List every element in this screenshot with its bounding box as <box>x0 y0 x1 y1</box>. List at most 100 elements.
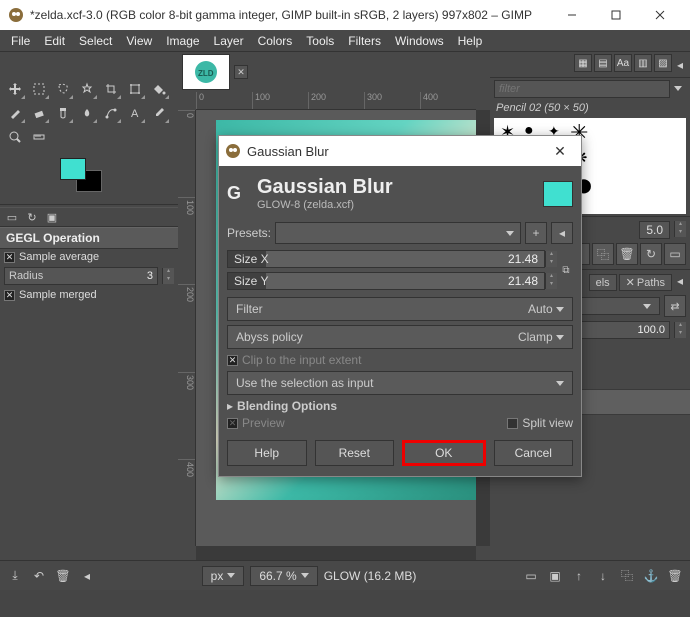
dialog-close-button[interactable]: ✕ <box>545 143 575 160</box>
menu-image[interactable]: Image <box>159 34 206 48</box>
image-thumb[interactable]: ZLD <box>182 54 230 90</box>
size-y-spinner[interactable]: ▴▾ <box>545 273 557 289</box>
minimize-button[interactable] <box>550 0 594 30</box>
chain-link-icon[interactable]: ⧉ <box>559 265 573 276</box>
menu-windows[interactable]: Windows <box>388 34 451 48</box>
ruler-vertical[interactable]: 0100200300400 <box>178 110 196 546</box>
presets-label: Presets: <box>227 226 271 240</box>
abyss-select[interactable]: Abyss policyClamp <box>227 325 573 349</box>
mode-switch-icon[interactable]: ⇄ <box>664 295 686 317</box>
clip-label: Clip to the input extent <box>242 353 361 367</box>
tool-transform[interactable] <box>124 78 146 100</box>
tab-docs-icon[interactable]: ▥ <box>634 54 652 72</box>
sample-average-check[interactable]: ✕ <box>4 252 15 263</box>
filter-select[interactable]: FilterAuto <box>227 297 573 321</box>
ruler-horizontal[interactable]: 0100200300400 <box>196 92 476 110</box>
sb-r4-icon[interactable]: ↓ <box>594 567 612 585</box>
menu-tools[interactable]: Tools <box>299 34 341 48</box>
sb-r3-icon[interactable]: ↑ <box>570 567 588 585</box>
tool-text[interactable]: A <box>124 102 146 124</box>
sb-r5-icon[interactable]: ⿻ <box>618 567 636 585</box>
tool-pencil[interactable] <box>4 102 26 124</box>
sb-save-icon[interactable]: ⤓ <box>6 567 24 585</box>
opacity-spinner[interactable]: ▴▾ <box>674 322 686 338</box>
tool-measure[interactable] <box>28 126 50 148</box>
scrollbar-horizontal[interactable] <box>196 546 476 560</box>
tab-menu-icon[interactable]: ◂ <box>674 54 686 75</box>
tab-tool-options[interactable]: ▭ <box>4 210 20 224</box>
filter-chevron-icon[interactable] <box>670 80 686 98</box>
sb-r6-icon[interactable]: ⚓ <box>642 567 660 585</box>
menu-edit[interactable]: Edit <box>37 34 72 48</box>
selection-input-select[interactable]: Use the selection as input <box>227 371 573 395</box>
reset-button[interactable]: Reset <box>315 440 395 466</box>
presets-select[interactable] <box>275 222 521 244</box>
preview-check[interactable]: ✕ <box>227 418 238 429</box>
tab-undo-icon[interactable]: ▣ <box>44 210 60 224</box>
brush-refresh-icon[interactable]: ↻ <box>640 243 662 265</box>
maximize-button[interactable] <box>594 0 638 30</box>
tool-fuzzy-select[interactable] <box>76 78 98 100</box>
tool-clone[interactable] <box>52 102 74 124</box>
close-button[interactable] <box>638 0 682 30</box>
brush-del-icon[interactable]: 🗑 <box>616 243 638 265</box>
tool-eyedropper[interactable] <box>148 102 170 124</box>
spacing-field[interactable]: 5.0 <box>639 221 670 239</box>
brush-dup-icon[interactable]: ⿻ <box>592 243 614 265</box>
tab-fonts-icon[interactable]: Aa <box>614 54 632 72</box>
zoom-select[interactable]: 66.7 % <box>250 566 317 586</box>
foreground-swatch[interactable] <box>60 158 86 180</box>
tool-crop[interactable] <box>100 78 122 100</box>
menu-file[interactable]: File <box>4 34 37 48</box>
sample-merged-check[interactable]: ✕ <box>4 290 15 301</box>
tool-rect-select[interactable] <box>28 78 50 100</box>
tool-bucket[interactable] <box>148 78 170 100</box>
size-y-slider[interactable]: Size Y21.48 ▴▾ <box>227 271 557 291</box>
size-x-spinner[interactable]: ▴▾ <box>545 251 557 267</box>
help-button[interactable]: Help <box>227 440 307 466</box>
size-x-slider[interactable]: Size X21.48 ▴▾ <box>227 249 557 269</box>
menu-filters[interactable]: Filters <box>341 34 388 48</box>
tab-paths[interactable]: ✕Paths <box>619 274 672 291</box>
tool-free-select[interactable] <box>52 78 74 100</box>
tab-channels[interactable]: els <box>589 274 617 291</box>
color-swatches[interactable] <box>60 158 110 198</box>
tab-refresh-icon[interactable]: ↻ <box>24 210 40 224</box>
sb-r2-icon[interactable]: ▣ <box>546 567 564 585</box>
tool-smudge[interactable] <box>76 102 98 124</box>
brush-filter-input[interactable] <box>494 80 670 98</box>
preset-menu-button[interactable]: ◂ <box>551 222 573 244</box>
tool-zoom[interactable] <box>4 126 26 148</box>
ok-button[interactable]: OK <box>402 440 486 466</box>
tab-brushes-icon[interactable]: ▦ <box>574 54 592 72</box>
menu-help[interactable]: Help <box>451 34 490 48</box>
tab-menu2-icon[interactable]: ◂ <box>674 274 686 291</box>
brush-open-icon[interactable]: ▭ <box>664 243 686 265</box>
tool-path[interactable] <box>100 102 122 124</box>
menu-colors[interactable]: Colors <box>251 34 300 48</box>
preset-add-button[interactable]: + <box>525 222 547 244</box>
tool-move[interactable] <box>4 78 26 100</box>
tab-patterns-icon[interactable]: ▤ <box>594 54 612 72</box>
menu-select[interactable]: Select <box>72 34 119 48</box>
sb-del-icon[interactable]: 🗑 <box>54 567 72 585</box>
radius-spinner[interactable]: ▴▾ <box>162 268 174 284</box>
tab-more-icon[interactable]: ▨ <box>654 54 672 72</box>
sb-menu-icon[interactable]: ◂ <box>78 567 96 585</box>
close-image-icon[interactable]: ✕ <box>234 65 248 79</box>
sb-r1-icon[interactable]: ▭ <box>522 567 540 585</box>
menu-view[interactable]: View <box>119 34 159 48</box>
tool-eraser[interactable] <box>28 102 50 124</box>
menu-layer[interactable]: Layer <box>207 34 251 48</box>
clip-check[interactable]: ✕ <box>227 355 238 366</box>
spacing-spinner[interactable]: ▴▾ <box>674 221 686 239</box>
cancel-button[interactable]: Cancel <box>494 440 574 466</box>
gaussian-blur-dialog: Gaussian Blur ✕ G Gaussian Blur GLOW-8 (… <box>218 135 582 477</box>
unit-select[interactable]: px <box>202 566 245 586</box>
sb-undo-icon[interactable]: ↶ <box>30 567 48 585</box>
blending-label[interactable]: Blending Options <box>237 399 337 413</box>
splitview-check[interactable] <box>507 418 518 429</box>
radius-field[interactable]: Radius 3 <box>4 267 158 285</box>
preview-label: Preview <box>242 416 285 430</box>
sb-r7-icon[interactable]: 🗑 <box>666 567 684 585</box>
